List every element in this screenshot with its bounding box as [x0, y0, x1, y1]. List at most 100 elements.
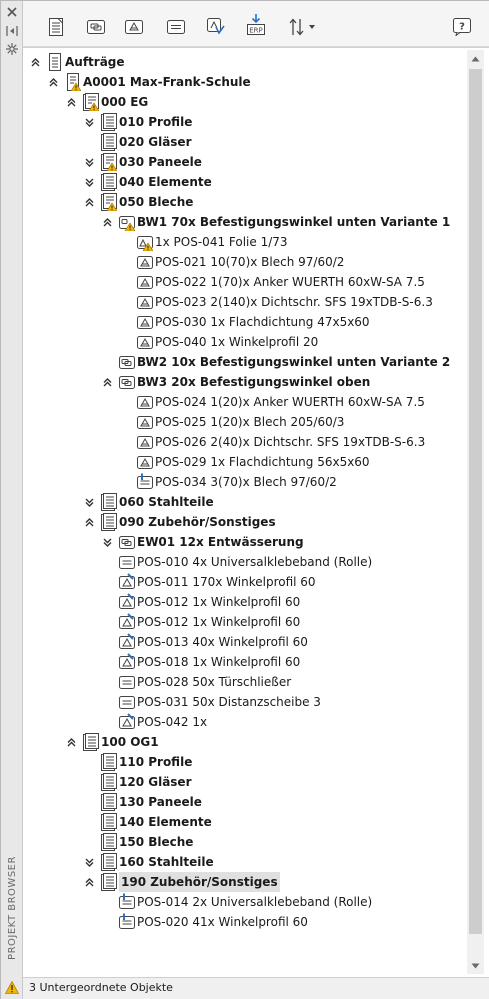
gear-icon[interactable]	[5, 43, 19, 57]
scroll-down-arrow-icon[interactable]	[467, 957, 484, 974]
tree-node[interactable]: POS-013 40x Winkelprofil 60	[101, 632, 308, 652]
tree-node[interactable]: Aufträge	[29, 52, 125, 72]
tree-node[interactable]: 040 Elemente	[83, 172, 212, 192]
tree-node[interactable]: BW3 20x Befestigungswinkel oben	[101, 372, 370, 392]
tree-node[interactable]: POS-026 2(40)x Dichtschr. SFS 19xTDB-S-6…	[119, 432, 425, 452]
vertical-scrollbar[interactable]	[467, 50, 484, 974]
tree-node[interactable]: POS-023 2(140)x Dichtschr. SFS 19xTDB-S-…	[119, 292, 433, 312]
toggle-spacer	[83, 796, 95, 808]
tree-node[interactable]: 050 Bleche	[83, 192, 193, 212]
collapse-toggle-icon[interactable]	[83, 116, 95, 128]
expand-toggle-icon[interactable]	[83, 516, 95, 528]
tree-node[interactable]: 090 Zubehör/Sonstiges	[83, 512, 276, 532]
tree-node-label: 010 Profile	[119, 115, 193, 129]
part-icon	[137, 293, 153, 311]
tree-node[interactable]: POS-028 50x Türschließer	[101, 672, 291, 692]
material-icon	[119, 693, 135, 711]
tree-node[interactable]: POS-018 1x Winkelprofil 60	[101, 652, 300, 672]
tree-node-label: POS-023 2(140)x Dichtschr. SFS 19xTDB-S-…	[155, 295, 433, 309]
tree-node[interactable]: POS-012 1x Winkelprofil 60	[101, 592, 300, 612]
tree-node[interactable]: POS-011 170x Winkelprofil 60	[101, 572, 316, 592]
tree-node[interactable]: POS-034 3(70)x Blech 97/60/2	[119, 472, 337, 492]
tree-node[interactable]: POS-025 1(20)x Blech 205/60/3	[119, 412, 344, 432]
check-icon[interactable]	[205, 16, 227, 38]
expand-toggle-icon[interactable]	[83, 196, 95, 208]
expand-toggle-icon[interactable]	[101, 216, 113, 228]
collapse-toggle-icon[interactable]	[83, 156, 95, 168]
tree-node[interactable]: 030 Paneele	[83, 152, 202, 172]
scroll-up-arrow-icon[interactable]	[467, 50, 484, 67]
part-edit-icon	[119, 613, 135, 631]
tree-node[interactable]: 150 Bleche	[83, 832, 193, 852]
tree-node[interactable]: POS-010 4x Universalklebeband (Rolle)	[101, 552, 372, 572]
tree-node-label: 130 Paneele	[119, 795, 202, 809]
part-edit-icon	[119, 713, 135, 731]
toggle-spacer	[101, 596, 113, 608]
collapse-toggle-icon[interactable]	[83, 176, 95, 188]
collapse-toggle-icon[interactable]	[83, 856, 95, 868]
tree-node-label: POS-026 2(40)x Dichtschr. SFS 19xTDB-S-6…	[155, 435, 426, 449]
tree-node[interactable]: 020 Gläser	[83, 132, 192, 152]
tree-node[interactable]: BW2 10x Befestigungswinkel unten Variant…	[101, 352, 450, 372]
tree-node-label: POS-042 1x	[137, 715, 208, 729]
tree-node[interactable]: POS-021 10(70)x Blech 97/60/2	[119, 252, 344, 272]
tree-node[interactable]: POS-020 41x Winkelprofil 60	[101, 912, 308, 932]
tree-node[interactable]: 190 Zubehör/Sonstiges	[83, 872, 280, 892]
tree-node-label: POS-011 170x Winkelprofil 60	[137, 575, 316, 589]
expand-toggle-icon[interactable]	[29, 56, 41, 68]
part-icon[interactable]	[123, 16, 145, 38]
collapse-panel-icon[interactable]	[5, 25, 19, 39]
tree-node[interactable]: POS-042 1x	[101, 712, 207, 732]
tree-node-label: BW1 70x Befestigungswinkel unten Variant…	[137, 215, 451, 229]
part-edit-icon	[119, 593, 135, 611]
tree-node[interactable]: EW01 12x Entwässerung	[101, 532, 304, 552]
warning-icon[interactable]	[4, 980, 20, 997]
tree-node[interactable]: 160 Stahlteile	[83, 852, 214, 872]
tree-node[interactable]: POS-022 1(70)x Anker WUERTH 60xW-SA 7.5	[119, 272, 425, 292]
toggle-spacer	[119, 316, 131, 328]
expand-toggle-icon[interactable]	[65, 736, 77, 748]
tree-node[interactable]: POS-012 1x Winkelprofil 60	[101, 612, 300, 632]
component-icon[interactable]	[85, 16, 107, 38]
tree-node-label: POS-012 1x Winkelprofil 60	[137, 615, 301, 629]
tree-node-label: 000 EG	[101, 95, 149, 109]
sort-icon[interactable]	[285, 16, 321, 38]
tree-node-label: POS-010 4x Universalklebeband (Rolle)	[137, 555, 373, 569]
tree-node-label: POS-012 1x Winkelprofil 60	[137, 595, 301, 609]
tree-node[interactable]: BW1 70x Befestigungswinkel unten Variant…	[101, 212, 450, 232]
tree-node[interactable]: POS-029 1x Flachdichtung 56x5x60	[119, 452, 370, 472]
tree-node[interactable]: 010 Profile	[83, 112, 192, 132]
tree-node[interactable]: POS-024 1(20)x Anker WUERTH 60xW-SA 7.5	[119, 392, 425, 412]
tree-node-label: POS-021 10(70)x Blech 97/60/2	[155, 255, 345, 269]
expand-toggle-icon[interactable]	[83, 876, 95, 888]
tree-node-label: 110 Profile	[119, 755, 193, 769]
tree-node[interactable]: POS-031 50x Distanzscheibe 3	[101, 692, 321, 712]
material-icon[interactable]	[165, 16, 187, 38]
tree-node[interactable]: POS-030 1x Flachdichtung 47x5x60	[119, 312, 370, 332]
tree-node[interactable]: A0001 Max-Frank-Schule	[47, 72, 251, 92]
expand-toggle-icon[interactable]	[101, 376, 113, 388]
scrollbar-thumb[interactable]	[469, 69, 482, 934]
close-icon[interactable]	[5, 6, 19, 20]
tree-node[interactable]: 060 Stahlteile	[83, 492, 214, 512]
tree-node-label: 030 Paneele	[119, 155, 202, 169]
help-icon[interactable]: ?	[451, 16, 473, 38]
tree-node[interactable]: 140 Elemente	[83, 812, 212, 832]
tree-node[interactable]: 120 Gläser	[83, 772, 192, 792]
expand-toggle-icon[interactable]	[65, 96, 77, 108]
erp-export-icon[interactable]: ERP	[245, 14, 267, 36]
collapse-toggle-icon[interactable]	[83, 496, 95, 508]
tree-node[interactable]: 110 Profile	[83, 752, 192, 772]
tree-node[interactable]: 100 OG1	[65, 732, 159, 752]
tree-node-label: 150 Bleche	[119, 835, 194, 849]
collapse-toggle-icon[interactable]	[101, 536, 113, 548]
tree-node[interactable]: 130 Paneele	[83, 792, 202, 812]
tree-node[interactable]: POS-040 1x Winkelprofil 20	[119, 332, 318, 352]
tree-node[interactable]: 1x POS-041 Folie 1/73	[119, 232, 288, 252]
expand-toggle-icon[interactable]	[47, 76, 59, 88]
toggle-spacer	[119, 276, 131, 288]
toggle-spacer	[119, 476, 131, 488]
tree-node[interactable]: 000 EG	[65, 92, 148, 112]
document-list-icon[interactable]	[45, 16, 67, 38]
tree-node[interactable]: POS-014 2x Universalklebeband (Rolle)	[101, 892, 372, 912]
